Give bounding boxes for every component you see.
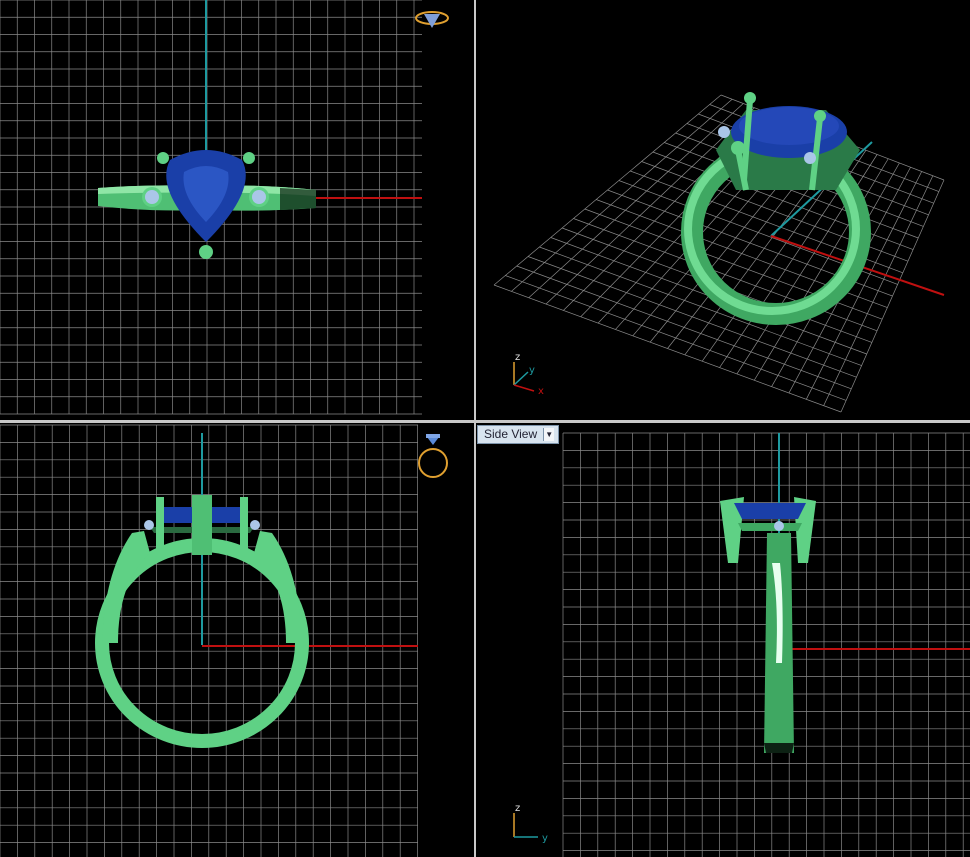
viewport-front[interactable] [0,423,474,857]
viewport-divider-horizontal[interactable] [0,420,970,423]
front-view-canvas[interactable] [0,423,474,857]
top-view-canvas[interactable] [0,0,474,420]
view-label-text: Side View [484,427,538,441]
perspective-grid [493,94,945,413]
axis-label-z: z [515,803,520,814]
axis-label-z: z [515,352,520,363]
ring-model-perspective[interactable] [681,92,871,325]
dropdown-arrow-icon[interactable]: ▼ [543,428,555,441]
ring-model-side[interactable] [720,497,816,753]
axis-label-y: y [542,833,548,844]
side-view-canvas[interactable]: z y [476,423,970,857]
grid [0,424,418,857]
view-label-dropdown[interactable]: Side View ▼ [477,425,560,444]
view-cube-icon[interactable] [415,11,449,28]
axis-label-y: y [529,365,535,376]
viewport-perspective[interactable]: z y x [476,0,970,420]
axis-gizmo-icon: z y [513,803,548,844]
axis-gizmo-icon: z y x [513,352,544,397]
viewport-top[interactable] [0,0,474,420]
viewport-divider-vertical[interactable] [474,0,476,857]
viewport-side[interactable]: z y Side View ▼ [476,423,970,857]
axis-label-x: x [538,386,544,397]
perspective-view-canvas[interactable]: z y x [476,0,970,420]
view-cube-icon[interactable] [418,434,448,478]
